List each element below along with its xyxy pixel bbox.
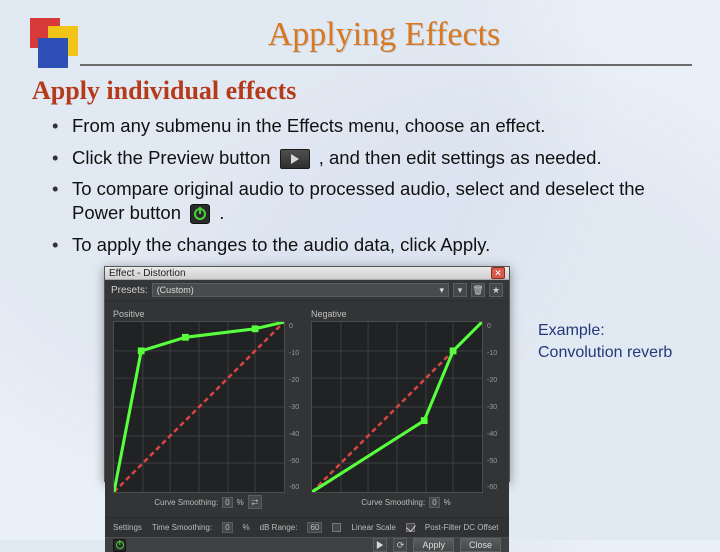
presets-label: Presets: xyxy=(111,285,148,296)
post-filter-checkbox[interactable] xyxy=(406,523,415,532)
section-heading: Apply individual effects xyxy=(32,76,692,106)
loop-button[interactable]: ⟳ xyxy=(393,538,407,552)
bullet-text: . xyxy=(219,202,224,223)
positive-chart[interactable] xyxy=(113,321,285,493)
curve-smoothing-row: Curve Smoothing: 0 % ⮂ xyxy=(113,495,303,509)
linear-scale-label: Linear Scale xyxy=(351,523,395,532)
close-icon[interactable]: ✕ xyxy=(491,267,505,279)
curve-smoothing-input[interactable]: 0 xyxy=(429,497,439,508)
power-icon xyxy=(190,204,210,224)
settings-row: Settings Time Smoothing: 0 % dB Range: 6… xyxy=(105,517,509,537)
negative-chart[interactable] xyxy=(311,321,483,493)
db-range-input[interactable]: 60 xyxy=(307,522,322,533)
bullet-item: Click the Preview button , and then edit… xyxy=(56,146,692,170)
save-preset-icon[interactable]: ▾ xyxy=(453,283,467,297)
close-button[interactable]: Close xyxy=(460,538,501,552)
preset-value: (Custom) xyxy=(157,285,194,295)
time-smoothing-input[interactable]: 0 xyxy=(222,522,232,533)
slide-deco-logo xyxy=(30,18,86,74)
post-filter-label: Post-Filter DC Offset xyxy=(425,523,499,532)
preview-play-icon xyxy=(280,149,310,169)
bullet-text: Click the Preview button xyxy=(72,147,276,168)
negative-chart-label: Negative xyxy=(311,309,501,319)
curve-smoothing-row: Curve Smoothing: 0 % xyxy=(311,495,501,509)
positive-chart-label: Positive xyxy=(113,309,303,319)
slide-title: Applying Effects xyxy=(76,16,692,54)
linear-scale-checkbox[interactable] xyxy=(332,523,341,532)
chevron-down-icon: ▾ xyxy=(439,285,444,296)
link-charts-icon[interactable]: ⮂ xyxy=(248,495,262,509)
star-preset-icon[interactable]: ★ xyxy=(489,283,503,297)
curve-smoothing-input[interactable]: 0 xyxy=(222,497,232,508)
preview-play-button[interactable] xyxy=(373,538,387,552)
example-caption: Example: Convolution reverb xyxy=(538,320,672,482)
chart-y-ticks: 0-10-20-30-40-50-60 xyxy=(487,321,501,493)
dialog-title: Effect - Distortion xyxy=(109,268,186,279)
bullet-item: From any submenu in the Effects menu, ch… xyxy=(56,114,692,138)
apply-button[interactable]: Apply xyxy=(413,538,454,552)
bullet-list: From any submenu in the Effects menu, ch… xyxy=(32,114,692,256)
presets-select[interactable]: (Custom) ▾ xyxy=(152,283,449,297)
power-toggle[interactable] xyxy=(113,539,126,552)
settings-label: Settings xyxy=(113,523,142,532)
title-divider xyxy=(80,64,692,66)
bullet-item: To apply the changes to the audio data, … xyxy=(56,233,692,257)
dialog-titlebar: Effect - Distortion ✕ xyxy=(105,267,509,280)
effect-dialog: Effect - Distortion ✕ Presets: (Custom) … xyxy=(104,266,510,482)
bullet-text: , and then edit settings as needed. xyxy=(319,147,602,168)
presets-row: Presets: (Custom) ▾ ▾ 🗑 ★ xyxy=(105,280,509,301)
delete-preset-icon[interactable]: 🗑 xyxy=(471,283,485,297)
bullet-text: To compare original audio to processed a… xyxy=(72,178,645,223)
bullet-item: To compare original audio to processed a… xyxy=(56,177,692,224)
chart-y-ticks: 0-10-20-30-40-50-60 xyxy=(289,321,303,493)
